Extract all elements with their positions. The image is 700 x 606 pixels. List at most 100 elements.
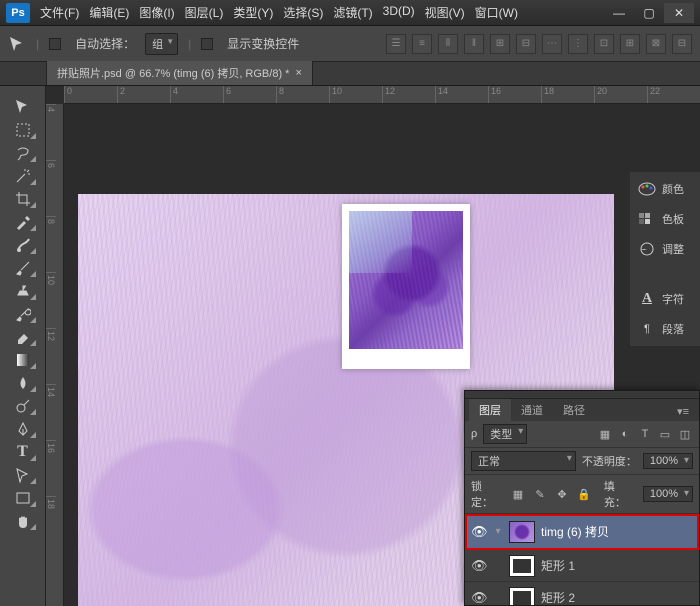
show-transform-label: 显示变换控件 xyxy=(227,35,299,52)
layer-thumbnail[interactable] xyxy=(509,555,535,577)
layer-item[interactable]: 👁 矩形 2 xyxy=(465,582,699,605)
layers-panel-grip[interactable] xyxy=(465,391,699,399)
show-transform-checkbox[interactable] xyxy=(201,37,217,51)
path-select-tool[interactable] xyxy=(8,464,38,486)
filter-shape-icon[interactable]: ▭ xyxy=(657,426,673,442)
dist-icon-4[interactable]: ⊞ xyxy=(620,34,640,54)
clone-stamp-tool[interactable] xyxy=(8,280,38,302)
eraser-tool[interactable] xyxy=(8,326,38,348)
opacity-value[interactable]: 100% xyxy=(643,453,693,469)
visibility-icon[interactable]: 👁 xyxy=(471,524,487,540)
dist-icon-1[interactable]: ⋯ xyxy=(542,34,562,54)
layer-thumbnail[interactable] xyxy=(509,521,535,543)
fill-value[interactable]: 100% xyxy=(643,486,693,502)
tab-paths[interactable]: 路径 xyxy=(553,399,595,421)
lock-trans-icon[interactable]: ▦ xyxy=(510,486,526,502)
dist-icon-6[interactable]: ⊟ xyxy=(672,34,692,54)
tab-channels[interactable]: 通道 xyxy=(511,399,553,421)
layer-item-selected[interactable]: 👁 ▾ timg (6) 拷贝 xyxy=(465,514,699,550)
layer-thumbnail[interactable] xyxy=(509,587,535,606)
layers-list: 👁 ▾ timg (6) 拷贝 👁 矩形 1 👁 矩形 2 xyxy=(465,514,699,605)
menu-3d[interactable]: 3D(D) xyxy=(383,4,415,21)
magic-wand-tool[interactable] xyxy=(8,165,38,187)
align-icon-6[interactable]: ⊟ xyxy=(516,34,536,54)
layers-blend-row: 正常 不透明度： 100% xyxy=(465,448,699,475)
auto-select-label: 自动选择： xyxy=(75,35,135,52)
crop-tool[interactable] xyxy=(8,188,38,210)
layer-item[interactable]: 👁 矩形 1 xyxy=(465,550,699,582)
align-icon-4[interactable]: ‖ xyxy=(464,34,484,54)
dist-icon-5[interactable]: ⊠ xyxy=(646,34,666,54)
character-icon: A xyxy=(638,292,656,306)
panel-swatches[interactable]: 色板 xyxy=(634,208,696,230)
align-icon-3[interactable]: ⫴ xyxy=(438,34,458,54)
ruler-vertical: 4 6 8 10 12 14 16 18 xyxy=(46,104,64,606)
auto-select-mode[interactable]: 组 xyxy=(145,33,178,55)
align-icon-5[interactable]: ⊞ xyxy=(490,34,510,54)
blend-mode-select[interactable]: 正常 xyxy=(471,451,576,471)
gradient-tool[interactable] xyxy=(8,349,38,371)
opacity-label: 不透明度： xyxy=(582,453,637,469)
ruler-horizontal: 0 2 4 6 8 10 12 14 16 18 20 22 xyxy=(64,86,700,104)
menu-edit[interactable]: 编辑(E) xyxy=(89,4,129,21)
dist-icon-3[interactable]: ⊡ xyxy=(594,34,614,54)
layer-name[interactable]: 矩形 1 xyxy=(541,557,575,574)
layer-name[interactable]: timg (6) 拷贝 xyxy=(541,523,609,540)
brush-tool[interactable] xyxy=(8,257,38,279)
menu-type[interactable]: 类型(Y) xyxy=(233,4,273,21)
palette-icon xyxy=(638,182,656,196)
filter-smart-icon[interactable]: ◫ xyxy=(677,426,693,442)
tab-layers[interactable]: 图层 xyxy=(469,399,511,421)
menu-filter[interactable]: 滤镜(T) xyxy=(333,4,372,21)
menu-file[interactable]: 文件(F) xyxy=(40,4,79,21)
filter-pixel-icon[interactable]: ▦ xyxy=(597,426,613,442)
menu-view[interactable]: 视图(V) xyxy=(425,4,465,21)
history-brush-tool[interactable] xyxy=(8,303,38,325)
close-button[interactable]: ✕ xyxy=(664,3,694,23)
panel-character[interactable]: A 字符 xyxy=(634,288,696,310)
lock-pixel-icon[interactable]: ✎ xyxy=(532,486,548,502)
menu-select[interactable]: 选择(S) xyxy=(283,4,323,21)
layer-name[interactable]: 矩形 2 xyxy=(541,589,575,605)
marquee-tool[interactable] xyxy=(8,119,38,141)
lock-pos-icon[interactable]: ✥ xyxy=(554,486,570,502)
menu-window[interactable]: 窗口(W) xyxy=(475,4,518,21)
healing-brush-tool[interactable] xyxy=(8,234,38,256)
document-tab[interactable]: 拼贴照片.psd @ 66.7% (timg (6) 拷贝, RGB/8) * … xyxy=(46,61,313,85)
hand-tool[interactable] xyxy=(8,510,38,532)
eyedropper-tool[interactable] xyxy=(8,211,38,233)
blur-tool[interactable] xyxy=(8,372,38,394)
menu-image[interactable]: 图像(I) xyxy=(139,4,174,21)
layers-panel: 图层 通道 路径 ▾≡ ρ 类型 ▦ ◐ T ▭ ◫ 正常 不透明度： 100%… xyxy=(464,390,700,606)
lasso-tool[interactable] xyxy=(8,142,38,164)
visibility-icon[interactable]: 👁 xyxy=(471,558,487,574)
document-tabs: 拼贴照片.psd @ 66.7% (timg (6) 拷贝, RGB/8) * … xyxy=(0,62,700,86)
panel-menu-icon[interactable]: ▾≡ xyxy=(667,402,699,421)
main-area: T 0 2 4 6 8 10 12 14 16 18 20 22 4 6 8 1… xyxy=(0,86,700,606)
document-tab-close[interactable]: × xyxy=(295,67,301,79)
layers-lock-row: 锁定： ▦ ✎ ✥ 🔒 填充： 100% xyxy=(465,475,699,514)
lock-all-icon[interactable]: 🔒 xyxy=(576,486,592,502)
menu-layer[interactable]: 图层(L) xyxy=(185,4,224,21)
dist-icon-2[interactable]: ⋮ xyxy=(568,34,588,54)
panel-adjust[interactable]: 调整 xyxy=(634,238,696,260)
maximize-button[interactable]: ▢ xyxy=(634,3,664,23)
align-icon-1[interactable]: ☰ xyxy=(386,34,406,54)
dodge-tool[interactable] xyxy=(8,395,38,417)
move-tool-icon xyxy=(8,35,26,53)
align-icon-2[interactable]: ≡ xyxy=(412,34,432,54)
filter-adjust-icon[interactable]: ◐ xyxy=(617,426,633,442)
polaroid-frame[interactable] xyxy=(342,204,470,369)
minimize-button[interactable]: — xyxy=(604,3,634,23)
panel-color[interactable]: 颜色 xyxy=(634,178,696,200)
filter-kind-select[interactable]: 类型 xyxy=(483,424,527,444)
panel-paragraph[interactable]: ¶ 段落 xyxy=(634,318,696,340)
rectangle-tool[interactable] xyxy=(8,487,38,509)
visibility-icon[interactable]: 👁 xyxy=(471,590,487,606)
type-tool[interactable]: T xyxy=(8,441,38,463)
right-panel-dock: 颜色 色板 调整 A 字符 ¶ 段落 xyxy=(630,172,700,346)
pen-tool[interactable] xyxy=(8,418,38,440)
auto-select-checkbox[interactable] xyxy=(49,37,65,51)
filter-type-icon[interactable]: T xyxy=(637,426,653,442)
move-tool[interactable] xyxy=(8,96,38,118)
